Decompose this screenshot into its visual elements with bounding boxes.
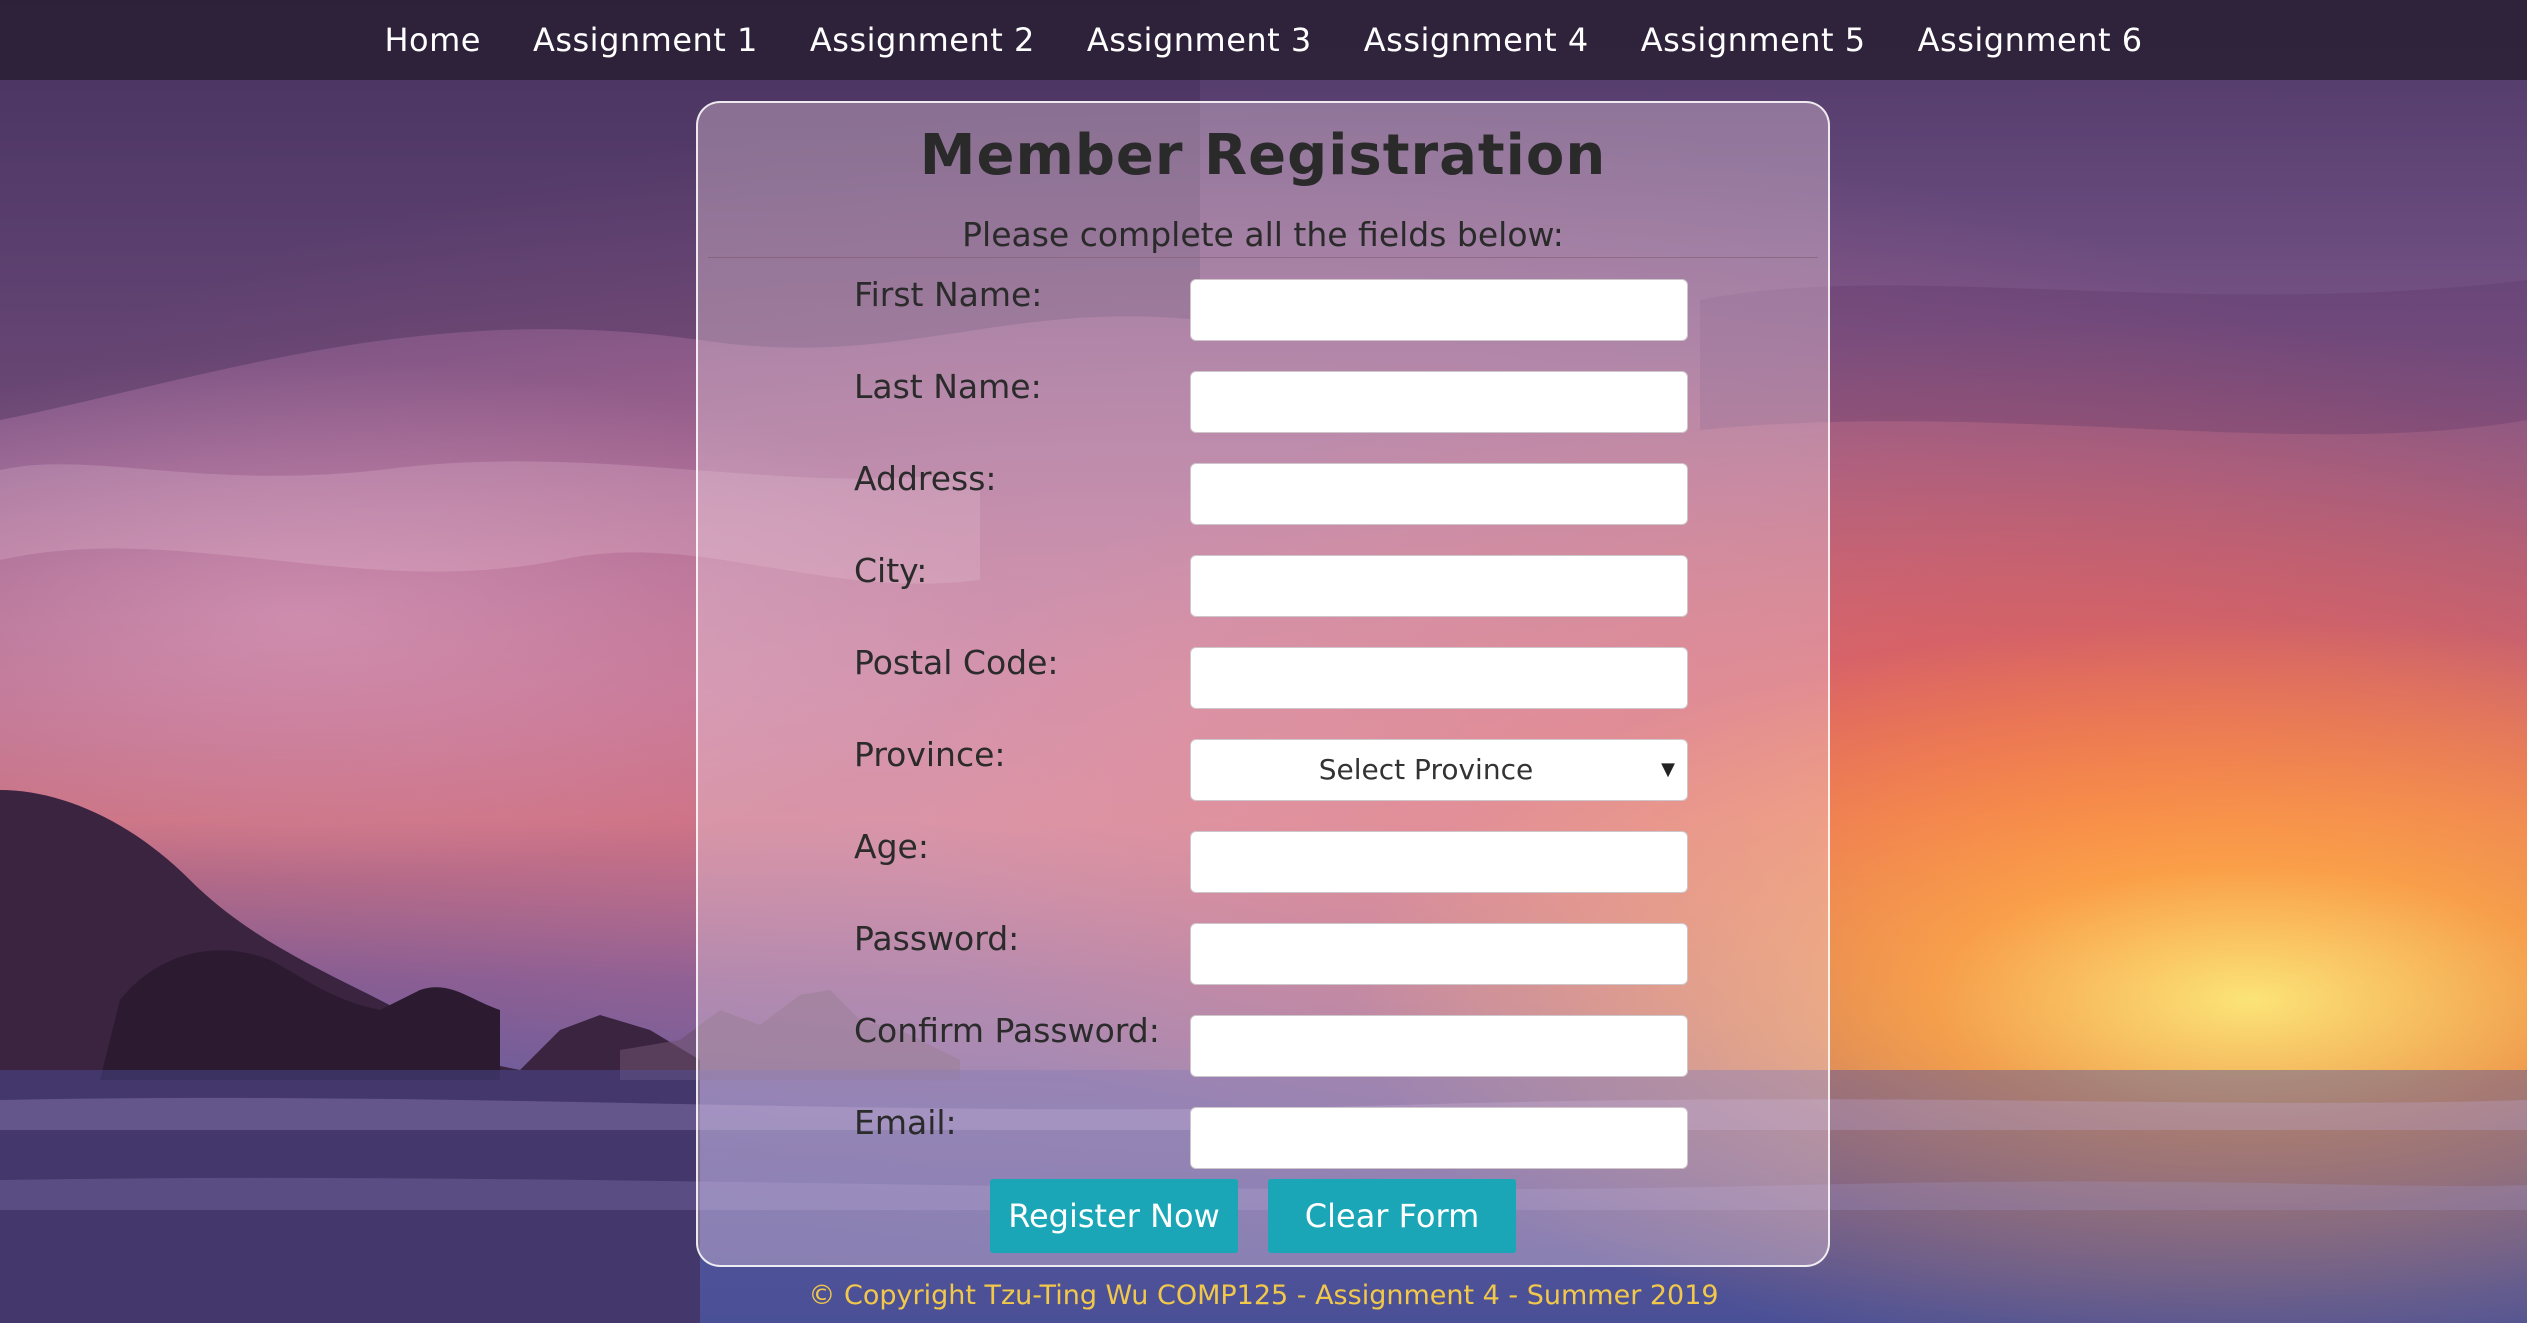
password-input[interactable] (1190, 923, 1688, 985)
province-row: Province: Select Province ▼ (854, 735, 1688, 801)
confirm-password-input[interactable] (1190, 1015, 1688, 1077)
city-input[interactable] (1190, 555, 1688, 617)
chevron-down-icon: ▼ (1661, 759, 1675, 780)
last-name-row: Last Name: (854, 367, 1688, 433)
confirm-password-row: Confirm Password: (854, 1011, 1688, 1077)
city-row: City: (854, 551, 1688, 617)
province-select-value: Select Province (1318, 753, 1534, 786)
nav-assignment-6[interactable]: Assignment 6 (1918, 21, 2143, 59)
nav-assignment-2[interactable]: Assignment 2 (810, 21, 1035, 59)
address-input[interactable] (1190, 463, 1688, 525)
registration-card: Member Registration Please complete all … (696, 101, 1830, 1267)
form-instructions: Please complete all the fields below: (962, 215, 1564, 254)
province-label: Province: (854, 735, 1006, 774)
nav-home[interactable]: Home (384, 21, 481, 59)
confirm-password-label: Confirm Password: (854, 1011, 1160, 1050)
email-row: Email: (854, 1103, 1688, 1169)
address-label: Address: (854, 459, 997, 498)
postal-code-label: Postal Code: (854, 643, 1059, 682)
first-name-input[interactable] (1190, 279, 1688, 341)
page-title: Member Registration (919, 123, 1607, 188)
email-input[interactable] (1190, 1107, 1688, 1169)
city-label: City: (854, 551, 928, 590)
password-row: Password: (854, 919, 1688, 985)
nav-assignment-1[interactable]: Assignment 1 (533, 21, 758, 59)
first-name-row: First Name: (854, 275, 1688, 341)
address-row: Address: (854, 459, 1688, 525)
province-select[interactable]: Select Province ▼ (1190, 739, 1688, 801)
top-navbar: Home Assignment 1 Assignment 2 Assignmen… (0, 0, 2527, 80)
last-name-label: Last Name: (854, 367, 1042, 406)
divider (708, 257, 1818, 258)
last-name-input[interactable] (1190, 371, 1688, 433)
register-button[interactable]: Register Now (990, 1179, 1238, 1253)
password-label: Password: (854, 919, 1020, 958)
age-input[interactable] (1190, 831, 1688, 893)
email-label: Email: (854, 1103, 957, 1142)
postal-code-input[interactable] (1190, 647, 1688, 709)
first-name-label: First Name: (854, 275, 1043, 314)
clear-form-button[interactable]: Clear Form (1268, 1179, 1516, 1253)
nav-assignment-4[interactable]: Assignment 4 (1364, 21, 1589, 59)
nav-assignment-5[interactable]: Assignment 5 (1641, 21, 1866, 59)
age-row: Age: (854, 827, 1688, 893)
copyright-footer: © Copyright Tzu-Ting Wu COMP125 - Assign… (808, 1280, 1719, 1311)
nav-assignment-3[interactable]: Assignment 3 (1087, 21, 1312, 59)
postal-code-row: Postal Code: (854, 643, 1688, 709)
age-label: Age: (854, 827, 929, 866)
